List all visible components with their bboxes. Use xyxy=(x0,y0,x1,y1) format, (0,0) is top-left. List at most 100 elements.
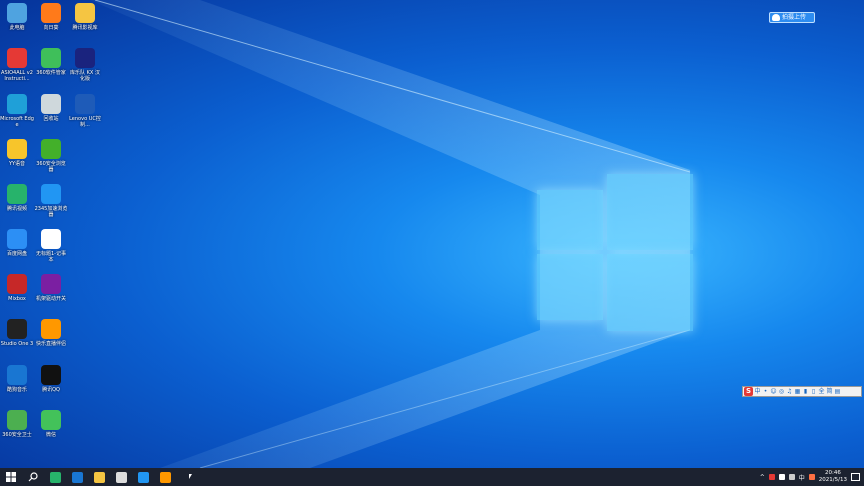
computer-icon xyxy=(7,3,27,23)
desktop-icon[interactable]: 机架驱动开关 xyxy=(34,274,68,302)
ie-browser-icon xyxy=(41,184,61,204)
desktop-icon-label: 无标题1-记事本 xyxy=(36,251,66,263)
desktop-icon[interactable]: 向日葵 xyxy=(34,3,68,31)
desktop-icon[interactable]: 腾讯QQ xyxy=(34,365,68,393)
desktop-icon[interactable]: 360软件管家 xyxy=(34,48,68,76)
desktop-icon[interactable]: Lenovo UC控制... xyxy=(68,94,102,128)
recycle-bin-icon xyxy=(41,94,61,114)
desktop: 此电脑 ASIO4ALL v2 Instructi... Microsoft Edg… xyxy=(0,0,864,468)
tray-network-icon[interactable] xyxy=(778,474,785,480)
ime-item[interactable]: ▯ xyxy=(810,388,817,396)
taskbar-search-button[interactable] xyxy=(22,468,44,486)
desktop-icon[interactable]: 快乐直播伴侣 xyxy=(34,319,68,347)
desktop-icon-label: 百度网盘 xyxy=(6,251,27,257)
desktop-icon-label: YY语音 xyxy=(8,161,26,167)
taskbar-apps xyxy=(44,468,176,486)
baidu-pan-icon xyxy=(7,229,27,249)
document-icon xyxy=(41,229,61,249)
folder-icon xyxy=(75,3,95,23)
taskbar-app-button[interactable] xyxy=(132,468,154,486)
kx-icon xyxy=(75,48,95,68)
ime-item[interactable]: ▦ xyxy=(794,388,801,396)
ime-item[interactable]: 全 xyxy=(818,388,825,396)
tray-sogou-icon[interactable] xyxy=(768,474,775,480)
desktop-icon-label: 腾讯影视库 xyxy=(72,25,98,31)
taskbar: ^ 中 20:46 2021/5/13 xyxy=(0,468,864,486)
wechat-icon xyxy=(41,410,61,430)
desktop-icon[interactable]: 无标题1-记事本 xyxy=(34,229,68,263)
desktop-icon[interactable]: 酷狗音乐 xyxy=(0,365,34,393)
pdf-icon xyxy=(7,48,27,68)
yy-icon xyxy=(7,139,27,159)
desktop-icon[interactable]: Mixbox xyxy=(0,274,34,302)
desktop-icon[interactable]: 360安全卫士 xyxy=(0,410,34,438)
desktop-icon-label: Mixbox xyxy=(8,296,26,302)
taskbar-app-button[interactable] xyxy=(88,468,110,486)
windows-logo-pane-top-left xyxy=(537,190,603,250)
clock-time: 20:46 xyxy=(824,470,841,476)
desktop-icon-label: 向日葵 xyxy=(43,25,59,31)
desktop-icon[interactable]: ASIO4ALL v2 Instructi... xyxy=(0,48,34,82)
desktop-icon[interactable]: YY语音 xyxy=(0,139,34,167)
desktop-icon[interactable]: 库乐队 KX 汉化版 xyxy=(68,48,102,82)
taskbar-app-button[interactable] xyxy=(154,468,176,486)
desktop-icon[interactable]: 2345加速浏览器 xyxy=(34,184,68,218)
browser-360-icon xyxy=(41,139,61,159)
desktop-icon-label: 快乐直播伴侣 xyxy=(35,341,66,347)
ime-item[interactable]: ◎ xyxy=(778,388,785,396)
taskbar-app-button[interactable] xyxy=(44,468,66,486)
tencent-video-icon xyxy=(7,184,27,204)
windows-logo xyxy=(535,170,695,335)
ime-item[interactable]: ▮ xyxy=(802,388,809,396)
tray-volume-icon[interactable] xyxy=(788,474,795,480)
ime-item[interactable]: • xyxy=(762,388,769,396)
windows-logo-pane-bottom-right xyxy=(607,254,693,331)
upload-button[interactable]: 拍摄上传 xyxy=(769,12,815,23)
cloud-icon xyxy=(772,14,780,21)
desktop-icon[interactable]: 腾讯视频 xyxy=(0,184,34,212)
desktop-icon-label: 腾讯视频 xyxy=(6,206,27,212)
desktop-icon[interactable]: Studio One 3 xyxy=(0,319,34,347)
taskbar-app-button[interactable] xyxy=(110,468,132,486)
desktop-icon-label: 此电脑 xyxy=(9,25,25,31)
tray-expand-icon[interactable]: ^ xyxy=(760,474,765,481)
ie-taskbar-icon xyxy=(137,471,149,483)
desktop-icon-label: 回收站 xyxy=(43,116,59,122)
desktop-icon[interactable]: 腾讯影视库 xyxy=(68,3,102,31)
desktop-icon-label: Lenovo UC控制... xyxy=(69,116,101,128)
ime-item[interactable]: 简 xyxy=(826,388,833,396)
kugou-icon xyxy=(7,365,27,385)
search-icon xyxy=(28,472,38,482)
ime-item[interactable]: ▤ xyxy=(834,388,841,396)
ime-toolbar[interactable]: S 中 • ☺ ◎ ♫ ▦ ▮ ▯ 全 简 ▤ xyxy=(742,386,862,397)
desktop-icon[interactable]: 此电脑 xyxy=(0,3,34,31)
studio-one-icon xyxy=(7,319,27,339)
desktop-icon[interactable]: 微信 xyxy=(34,410,68,438)
desktop-icon[interactable]: 360安全浏览器 xyxy=(34,139,68,173)
tray-clock[interactable]: 20:46 2021/5/13 xyxy=(819,470,847,484)
notification-icon[interactable] xyxy=(851,473,860,481)
ime-item[interactable]: ♫ xyxy=(786,388,793,396)
desktop-icon[interactable]: 百度网盘 xyxy=(0,229,34,257)
ime-item[interactable]: ☺ xyxy=(770,388,777,396)
desktop-icon-label: 微信 xyxy=(45,432,56,438)
sogou-logo-icon[interactable]: S xyxy=(744,387,753,396)
desktop-icon-label: 360软件管家 xyxy=(36,70,66,76)
desktop-icon-label: Microsoft Edge xyxy=(0,116,34,128)
desktop-icon[interactable]: Microsoft Edge xyxy=(0,94,34,128)
kugou-taskbar-icon xyxy=(71,471,83,483)
edge-icon xyxy=(7,94,27,114)
desktop-icon-label: 2345加速浏览器 xyxy=(34,206,68,218)
start-button[interactable] xyxy=(0,468,22,486)
tray-sogou-s-icon[interactable] xyxy=(808,474,815,480)
tray-ime-label[interactable]: 中 xyxy=(799,473,805,482)
taskbar-app-button[interactable] xyxy=(66,468,88,486)
ime-item[interactable]: 中 xyxy=(754,388,761,396)
windows-start-icon xyxy=(6,472,16,482)
clock-date: 2021/5/13 xyxy=(818,477,847,483)
desktop-icon-label: 腾讯QQ xyxy=(42,387,60,393)
tencent-video-taskbar-icon xyxy=(49,471,61,483)
windows-logo-pane-top-right xyxy=(607,174,693,250)
desktop-icon[interactable]: 回收站 xyxy=(34,94,68,122)
upload-button-label: 拍摄上传 xyxy=(782,14,807,21)
